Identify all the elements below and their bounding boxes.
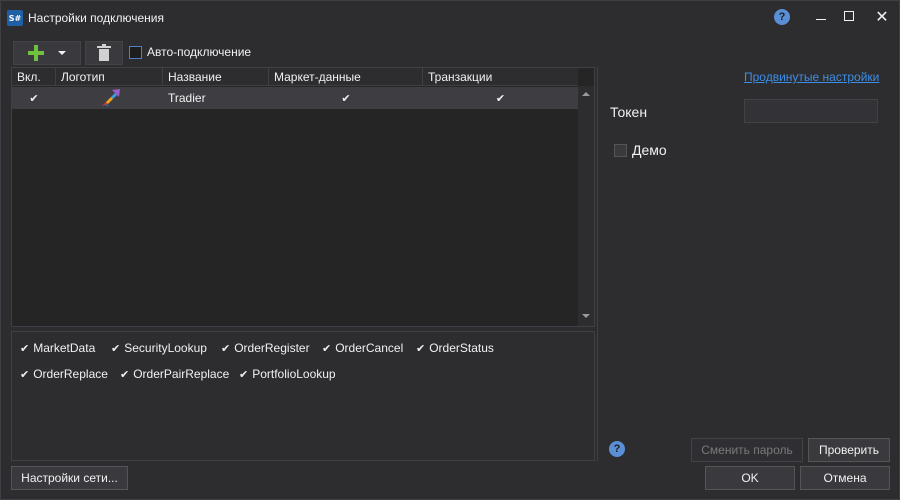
ok-button[interactable]: OK [705,466,795,490]
window-title: Настройки подключения [28,11,164,25]
feature-item: ✔ OrderStatus [416,341,494,355]
tradier-logo-icon [101,89,120,107]
check-icon: ✔ [322,341,332,355]
feature-item: ✔ PortfolioLookup [239,367,336,381]
connection-settings-window: S# Настройки подключения ? ✕ Авто-подклю… [0,0,900,500]
panel-splitter[interactable] [597,67,598,461]
market-data-cell[interactable]: ✔ [269,87,423,109]
check-icon: ✔ [120,367,130,381]
help-icon[interactable]: ? [774,9,790,25]
feature-item: ✔ OrderCancel [322,341,404,355]
app-logo-icon: S# [7,10,23,26]
maximize-button[interactable] [837,6,861,26]
close-button[interactable]: ✕ [870,6,894,26]
check-button[interactable]: Проверить [808,438,890,462]
connections-grid: Вкл. Логотип Название Маркет-данные Тран… [11,67,595,327]
supported-features-panel: ✔ MarketData ✔ SecurityLookup ✔ OrderRegist… [11,331,595,461]
scroll-up-icon[interactable] [582,92,590,96]
feature-item: ✔ OrderPairReplace [120,367,230,381]
token-label: Токен [610,104,648,120]
check-icon: ✔ [20,367,30,381]
grid-header: Вкл. Логотип Название Маркет-данные Тран… [12,68,578,86]
close-icon: ✕ [875,6,889,26]
delete-connection-button[interactable] [85,41,123,65]
network-settings-button[interactable]: Настройки сети... [11,466,128,490]
demo-option[interactable]: Демо [614,142,667,158]
cancel-button[interactable]: Отмена [800,466,890,490]
minimize-icon [816,18,826,20]
help-icon[interactable]: ? [609,441,625,457]
check-icon: ✔ [111,341,121,355]
check-icon: ✔ [20,341,30,355]
auto-connect-label: Авто-подключение [147,45,252,59]
change-password-button[interactable]: Сменить пароль [691,438,803,462]
column-header-transactions[interactable]: Транзакции [423,68,578,86]
plus-icon [28,45,44,61]
check-icon: ✔ [239,367,249,381]
enabled-cell[interactable]: ✔ [12,87,56,109]
check-icon: ✔ [495,91,506,105]
check-icon: ✔ [416,341,426,355]
feature-item: ✔ OrderRegister [221,341,310,355]
check-icon: ✔ [221,341,231,355]
title-bar: S# Настройки подключения ? ✕ [1,1,899,33]
grid-scrollbar[interactable] [578,86,594,326]
column-header-enabled[interactable]: Вкл. [12,68,56,86]
table-row[interactable]: ✔ Tradier ✔ ✔ [12,87,578,109]
scroll-down-icon[interactable] [582,314,590,318]
feature-item: ✔ OrderReplace [20,367,108,381]
add-connection-button[interactable] [13,41,81,65]
token-input[interactable] [744,99,878,123]
demo-label: Демо [632,142,667,158]
column-header-market-data[interactable]: Маркет-данные [269,68,423,86]
check-icon: ✔ [29,91,39,105]
demo-checkbox[interactable] [614,143,627,157]
maximize-icon [844,11,854,21]
transactions-cell[interactable]: ✔ [423,87,578,109]
check-icon: ✔ [341,91,351,105]
feature-item: ✔ MarketData [20,341,96,355]
auto-connect-checkbox[interactable] [129,45,142,59]
chevron-down-icon[interactable] [58,51,66,55]
trash-icon [97,43,111,61]
minimize-button[interactable] [809,6,833,26]
feature-item: ✔ SecurityLookup [111,341,207,355]
logo-cell [56,87,163,109]
name-cell: Tradier [168,91,206,105]
column-header-name[interactable]: Название [163,68,269,86]
column-header-logo[interactable]: Логотип [56,68,163,86]
advanced-settings-link[interactable]: Продвинутые настройки [744,70,879,84]
auto-connect-option[interactable]: Авто-подключение [129,45,251,59]
